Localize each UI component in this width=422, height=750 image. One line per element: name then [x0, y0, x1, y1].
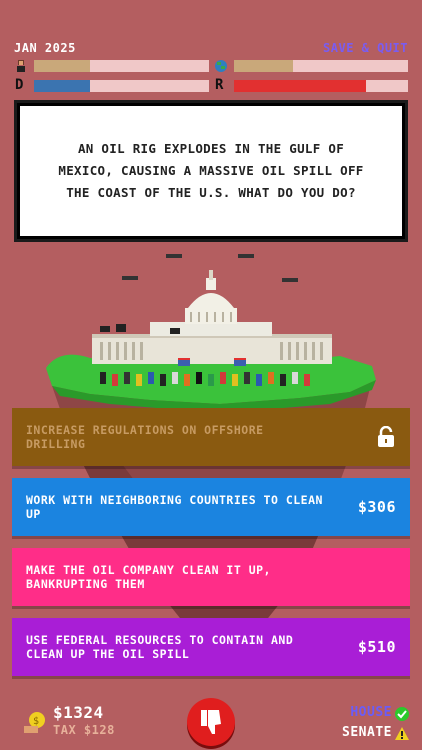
option-increase-regulations-button[interactable]: INCREASE REGULATIONS ON OFFSHORE DRILLIN… — [12, 408, 410, 466]
thumbs-down-icon — [201, 710, 221, 734]
unlock-icon — [378, 426, 394, 447]
house-label: HOUSE — [350, 705, 392, 720]
coin-hand-icon: $ — [24, 712, 45, 733]
earth-approval-bar — [234, 60, 408, 72]
capitol-building — [92, 270, 332, 366]
option-label: USE FEDERAL RESOURCES TO CONTAIN AND CLE… — [26, 633, 294, 661]
senate-status: SENATE — [342, 725, 392, 740]
earth-icon — [215, 60, 227, 72]
republican-approval-bar — [234, 80, 408, 92]
option-label: WORK WITH NEIGHBORING COUNTRIES TO CLEAN… — [26, 493, 323, 521]
option-cost: $510 — [357, 638, 396, 656]
party-meters-row: D R — [14, 77, 408, 93]
svg-text:$: $ — [33, 716, 39, 727]
democrat-approval-bar — [34, 80, 209, 92]
footer-bar: $ $1324 TAX $128 HOUSE SENATE — [0, 698, 422, 750]
question-text: AN OIL RIG EXPLODES IN THE GULF OF MEXIC… — [58, 141, 364, 200]
warning-icon — [395, 727, 409, 740]
check-circle-icon — [395, 707, 409, 721]
house-status: HOUSE — [350, 705, 392, 720]
republican-label: R — [215, 77, 224, 93]
democrat-label: D — [15, 77, 24, 93]
option-label: MAKE THE OIL COMPANY CLEAN IT UP, BANKRU… — [26, 563, 271, 591]
thumbs-down-button[interactable] — [187, 698, 235, 746]
option-oil-company-cleanup-button[interactable]: MAKE THE OIL COMPANY CLEAN IT UP, BANKRU… — [12, 548, 410, 606]
tax-label: TAX $128 — [53, 723, 115, 737]
option-federal-resources-button[interactable]: USE FEDERAL RESOURCES TO CONTAIN AND CLE… — [12, 618, 410, 676]
date-label: JAN 2025 — [14, 41, 76, 55]
approval-meters-row — [14, 59, 408, 73]
option-neighboring-countries-button[interactable]: WORK WITH NEIGHBORING COUNTRIES TO CLEAN… — [12, 478, 410, 536]
money-label: $1324 — [53, 703, 104, 722]
senate-label: SENATE — [342, 725, 392, 740]
option-label: INCREASE REGULATIONS ON OFFSHORE DRILLIN… — [26, 423, 264, 451]
save-and-quit-button[interactable]: SAVE & QUIT — [323, 41, 408, 55]
option-cost: $306 — [357, 498, 396, 516]
person-icon — [17, 60, 25, 72]
question-card: AN OIL RIG EXPLODES IN THE GULF OF MEXIC… — [14, 100, 408, 242]
people-approval-bar — [34, 60, 209, 72]
